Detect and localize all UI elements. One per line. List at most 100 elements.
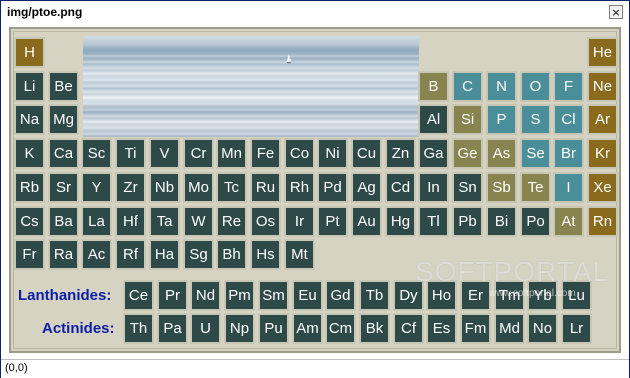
element-al[interactable]: Al (418, 104, 449, 135)
element-np[interactable]: Np (224, 313, 255, 344)
element-p[interactable]: P (486, 104, 517, 135)
element-sb[interactable]: Sb (486, 172, 517, 203)
element-c[interactable]: C (452, 71, 483, 102)
element-he[interactable]: He (587, 37, 618, 68)
element-mg[interactable]: Mg (48, 104, 79, 135)
element-lu[interactable]: Lu (561, 280, 592, 311)
element-u[interactable]: U (190, 313, 221, 344)
element-la[interactable]: La (81, 206, 112, 237)
element-nd[interactable]: Nd (190, 280, 221, 311)
element-fm[interactable]: Fm (460, 313, 491, 344)
element-ca[interactable]: Ca (48, 138, 79, 169)
element-nb[interactable]: Nb (149, 172, 180, 203)
element-se[interactable]: Se (520, 138, 551, 169)
element-te[interactable]: Te (520, 172, 551, 203)
element-cd[interactable]: Cd (385, 172, 416, 203)
element-lr[interactable]: Lr (561, 313, 592, 344)
element-pu[interactable]: Pu (258, 313, 289, 344)
element-os[interactable]: Os (250, 206, 281, 237)
element-bk[interactable]: Bk (359, 313, 390, 344)
element-fr[interactable]: Fr (14, 239, 45, 270)
title-bar[interactable]: img/ptoe.png × (1, 1, 629, 25)
element-zr[interactable]: Zr (115, 172, 146, 203)
element-bh[interactable]: Bh (216, 239, 247, 270)
element-ra[interactable]: Ra (48, 239, 79, 270)
element-ga[interactable]: Ga (418, 138, 449, 169)
element-cu[interactable]: Cu (351, 138, 382, 169)
element-tm[interactable]: Tm (494, 280, 525, 311)
element-bi[interactable]: Bi (486, 206, 517, 237)
element-pm[interactable]: Pm (224, 280, 255, 311)
element-md[interactable]: Md (494, 313, 525, 344)
element-po[interactable]: Po (520, 206, 551, 237)
element-pa[interactable]: Pa (157, 313, 188, 344)
element-rb[interactable]: Rb (14, 172, 45, 203)
element-ru[interactable]: Ru (250, 172, 281, 203)
element-i[interactable]: I (553, 172, 584, 203)
element-tl[interactable]: Tl (418, 206, 449, 237)
element-pd[interactable]: Pd (317, 172, 348, 203)
element-sn[interactable]: Sn (452, 172, 483, 203)
element-es[interactable]: Es (426, 313, 457, 344)
element-rh[interactable]: Rh (284, 172, 315, 203)
element-ti[interactable]: Ti (115, 138, 146, 169)
element-cm[interactable]: Cm (325, 313, 356, 344)
element-cs[interactable]: Cs (14, 206, 45, 237)
element-cr[interactable]: Cr (183, 138, 214, 169)
element-yb[interactable]: Yb (527, 280, 558, 311)
element-pr[interactable]: Pr (157, 280, 188, 311)
element-co[interactable]: Co (284, 138, 315, 169)
element-ar[interactable]: Ar (587, 104, 618, 135)
element-eu[interactable]: Eu (292, 280, 323, 311)
element-zn[interactable]: Zn (385, 138, 416, 169)
element-sc[interactable]: Sc (81, 138, 112, 169)
element-ge[interactable]: Ge (452, 138, 483, 169)
element-hg[interactable]: Hg (385, 206, 416, 237)
element-tc[interactable]: Tc (216, 172, 247, 203)
element-ba[interactable]: Ba (48, 206, 79, 237)
element-k[interactable]: K (14, 138, 45, 169)
element-mt[interactable]: Mt (284, 239, 315, 270)
element-ir[interactable]: Ir (284, 206, 315, 237)
element-xe[interactable]: Xe (587, 172, 618, 203)
element-sg[interactable]: Sg (183, 239, 214, 270)
element-ne[interactable]: Ne (587, 71, 618, 102)
element-rf[interactable]: Rf (115, 239, 146, 270)
element-li[interactable]: Li (14, 71, 45, 102)
element-w[interactable]: W (183, 206, 214, 237)
element-br[interactable]: Br (553, 138, 584, 169)
element-in[interactable]: In (418, 172, 449, 203)
element-mo[interactable]: Mo (183, 172, 214, 203)
element-pt[interactable]: Pt (317, 206, 348, 237)
element-pb[interactable]: Pb (452, 206, 483, 237)
element-y[interactable]: Y (81, 172, 112, 203)
close-button[interactable]: × (609, 5, 623, 19)
element-v[interactable]: V (149, 138, 180, 169)
element-cf[interactable]: Cf (393, 313, 424, 344)
element-h[interactable]: H (14, 37, 45, 68)
element-rn[interactable]: Rn (587, 206, 618, 237)
element-as[interactable]: As (486, 138, 517, 169)
element-s[interactable]: S (520, 104, 551, 135)
element-no[interactable]: No (527, 313, 558, 344)
element-cl[interactable]: Cl (553, 104, 584, 135)
element-au[interactable]: Au (351, 206, 382, 237)
element-be[interactable]: Be (48, 71, 79, 102)
element-o[interactable]: O (520, 71, 551, 102)
element-hs[interactable]: Hs (250, 239, 281, 270)
element-gd[interactable]: Gd (325, 280, 356, 311)
element-ho[interactable]: Ho (426, 280, 457, 311)
element-am[interactable]: Am (292, 313, 323, 344)
element-f[interactable]: F (553, 71, 584, 102)
element-n[interactable]: N (486, 71, 517, 102)
element-si[interactable]: Si (452, 104, 483, 135)
element-na[interactable]: Na (14, 104, 45, 135)
element-ag[interactable]: Ag (351, 172, 382, 203)
element-ac[interactable]: Ac (81, 239, 112, 270)
element-mn[interactable]: Mn (216, 138, 247, 169)
element-er[interactable]: Er (460, 280, 491, 311)
element-ta[interactable]: Ta (149, 206, 180, 237)
element-dy[interactable]: Dy (393, 280, 424, 311)
element-fe[interactable]: Fe (250, 138, 281, 169)
element-sr[interactable]: Sr (48, 172, 79, 203)
